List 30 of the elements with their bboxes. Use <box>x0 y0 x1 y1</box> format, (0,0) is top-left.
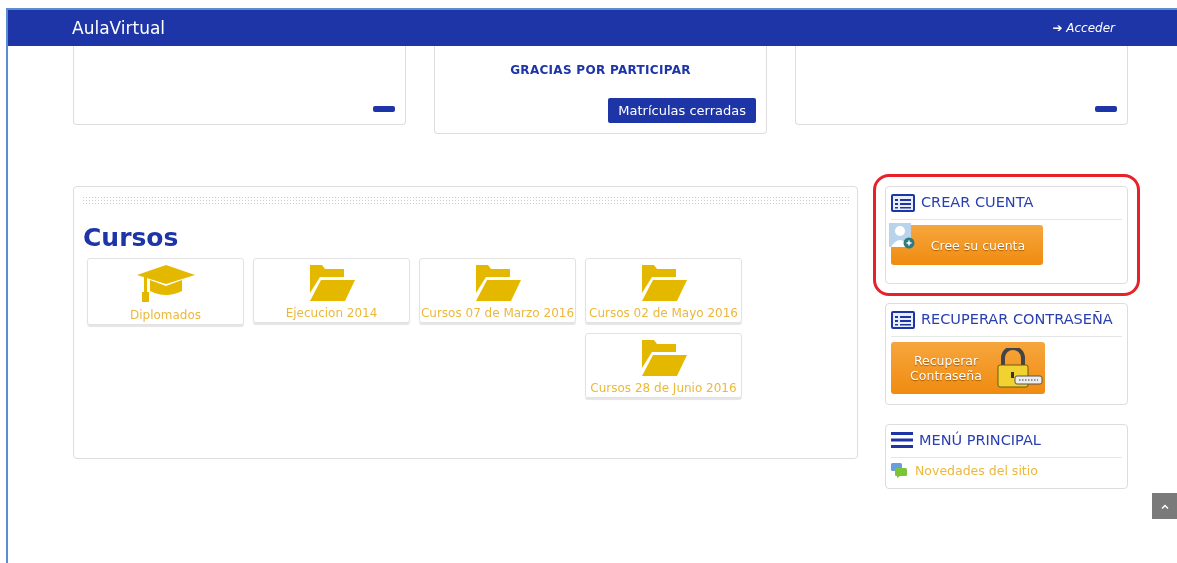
folder-icon <box>307 265 356 301</box>
folder-icon <box>639 265 688 301</box>
block-title: MENÚ PRINCIPAL <box>919 430 1042 450</box>
create-account-button[interactable]: Cree su cuenta <box>891 225 1043 265</box>
site-logo-text[interactable]: AulaVirtual <box>72 18 166 38</box>
menu-link[interactable]: Novedades del sitio <box>891 463 1038 478</box>
closed-enrollment-button[interactable]: Matrículas cerradas <box>608 98 756 123</box>
course-category-tile[interactable]: Ejecucion 2014 <box>253 258 410 323</box>
notice-text: GRACIAS POR PARTICIPAR <box>510 63 691 77</box>
chat-bubbles-icon <box>891 463 907 478</box>
course-category-tile[interactable]: Cursos 02 de Mayo 2016 <box>585 258 742 323</box>
graduation-cap-icon <box>136 265 195 303</box>
folder-icon <box>639 340 688 376</box>
courses-heading: Cursos <box>83 223 180 252</box>
add-user-icon <box>889 223 915 249</box>
course-category-tile[interactable]: Cursos 07 de Marzo 2016 <box>419 258 576 323</box>
recover-password-button[interactable]: Recuperar Contraseña <box>891 342 1045 394</box>
folder-icon <box>473 265 522 301</box>
block-title: CREAR CUENTA <box>921 193 1035 212</box>
course-category-tile[interactable]: Diplomados <box>87 258 244 325</box>
list-icon <box>891 194 915 212</box>
more-button[interactable] <box>1095 106 1117 112</box>
chevron-up-icon <box>1160 503 1169 509</box>
list-icon <box>891 311 915 329</box>
menu-icon <box>891 432 913 448</box>
padlock-icon <box>995 348 1043 388</box>
course-category-tile[interactable]: Cursos 28 de Junio 2016 <box>585 333 742 398</box>
more-button[interactable] <box>373 106 395 112</box>
block-title: RECUPERAR CONTRASEÑA <box>921 310 1114 329</box>
login-link[interactable]: ➔ Acceder <box>1052 21 1115 35</box>
